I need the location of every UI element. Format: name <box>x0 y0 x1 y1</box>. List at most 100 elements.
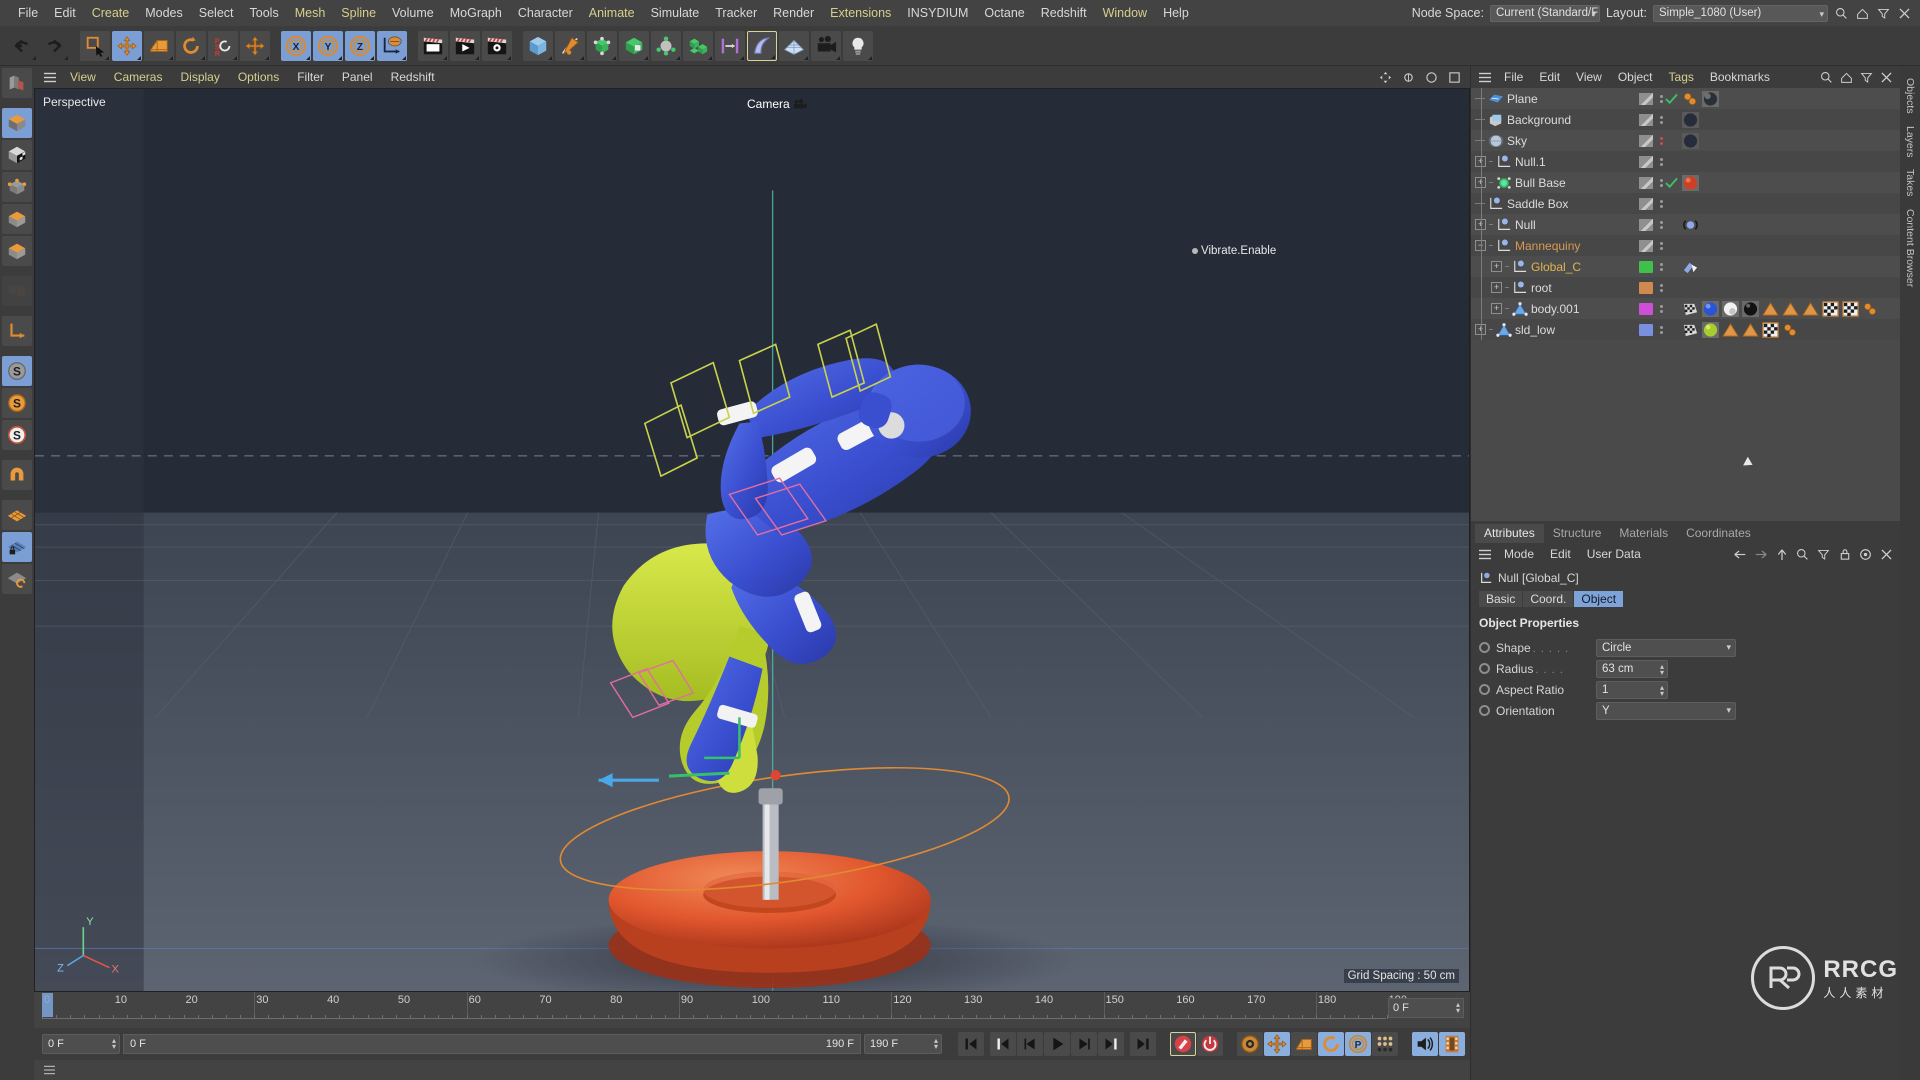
forward-arrow-icon[interactable] <box>1753 547 1768 562</box>
preview-range-bar[interactable]: 0 F 190 F <box>123 1034 861 1054</box>
visibility-dots[interactable] <box>1659 241 1663 250</box>
menu-item-view[interactable]: View <box>1568 70 1610 84</box>
attribute-tab-object[interactable]: Object <box>1574 591 1624 607</box>
vertical-tab-layers[interactable]: Layers <box>1902 120 1918 164</box>
tab-materials[interactable]: Materials <box>1610 524 1677 543</box>
tag-mat-sphere-red-icon[interactable] <box>1682 174 1699 191</box>
tag-tag-orange-dots-icon[interactable] <box>1862 301 1879 317</box>
visibility-dots[interactable] <box>1659 199 1663 208</box>
generator-button[interactable] <box>587 30 617 61</box>
lock-z-axis-button[interactable]: Z <box>345 30 375 61</box>
visibility-dot-toggle[interactable] <box>1639 155 1653 168</box>
visibility-dots[interactable] <box>1659 115 1663 124</box>
lock-workplane-button[interactable] <box>2 532 32 562</box>
tag-tag-tri-icon[interactable] <box>1722 322 1739 338</box>
menu-item-octane[interactable]: Octane <box>976 0 1032 26</box>
object-name[interactable]: Global_C <box>1531 260 1581 274</box>
filter-icon[interactable] <box>1859 70 1874 85</box>
go-to-previous-frame-button[interactable] <box>1017 1032 1043 1056</box>
menu-item-window[interactable]: Window <box>1095 0 1155 26</box>
vertical-tab-takes[interactable]: Takes <box>1902 163 1918 202</box>
menu-item-view[interactable]: View <box>61 70 105 84</box>
zoom-view-icon[interactable] <box>1401 70 1416 85</box>
object-row[interactable]: Plane <box>1471 88 1900 109</box>
live-selection-button[interactable] <box>80 30 110 61</box>
tag-tag-uv-icon[interactable] <box>1682 322 1699 338</box>
enable-axis-button[interactable] <box>2 276 32 306</box>
rotate-tool-button[interactable] <box>176 30 206 61</box>
tag-mat-sphere-blue-icon[interactable] <box>1702 300 1719 317</box>
go-to-next-key-button[interactable] <box>1098 1032 1124 1056</box>
tag-tag-checker-icon[interactable] <box>1762 321 1779 338</box>
visibility-dots[interactable] <box>1659 262 1663 271</box>
layer-color-swatch[interactable] <box>1639 302 1653 315</box>
tag-tag-tri-icon[interactable] <box>1762 301 1779 317</box>
tag-tag-tri-icon[interactable] <box>1782 301 1799 317</box>
attribute-tab-coord[interactable]: Coord. <box>1523 591 1574 607</box>
object-name[interactable]: Sky <box>1507 134 1527 148</box>
menu-item-animate[interactable]: Animate <box>581 0 643 26</box>
pan-view-icon[interactable] <box>1378 70 1393 85</box>
world-coordinates-button[interactable] <box>377 30 407 61</box>
object-manager-list[interactable]: PlaneBackgroundSky+Null.1+Bull BaseSaddl… <box>1471 88 1900 521</box>
search-icon[interactable] <box>1819 70 1834 85</box>
menu-item-panel[interactable]: Panel <box>333 70 382 84</box>
visibility-dots[interactable] <box>1659 94 1663 103</box>
keyframe-selection-button[interactable] <box>1237 1032 1263 1056</box>
visibility-dots[interactable] <box>1659 136 1663 145</box>
object-row[interactable]: Saddle Box <box>1471 193 1900 214</box>
maximize-view-icon[interactable] <box>1447 70 1462 85</box>
spinner-icon[interactable]: ▴ ▾ <box>112 1037 116 1051</box>
scale-key-button[interactable] <box>1291 1032 1317 1056</box>
tag-tag-uv-icon[interactable] <box>1682 301 1699 317</box>
menu-item-mesh[interactable]: Mesh <box>287 0 334 26</box>
object-row[interactable]: + root <box>1471 277 1900 298</box>
object-row[interactable]: Background <box>1471 109 1900 130</box>
property-select-shape[interactable]: Circle ▾ <box>1596 638 1736 657</box>
go-to-previous-key-button[interactable] <box>990 1032 1016 1056</box>
home-layout-icon[interactable] <box>1855 6 1870 21</box>
spinner-icon[interactable]: ▴ ▾ <box>1660 683 1664 697</box>
visibility-dots[interactable] <box>1659 157 1663 166</box>
tag-tag-constraint-icon[interactable] <box>1682 259 1699 275</box>
tag-mat-sphere-black-icon[interactable] <box>1742 300 1759 317</box>
search-icon[interactable] <box>1834 6 1849 21</box>
menu-item-help[interactable]: Help <box>1155 0 1197 26</box>
tag-mat-orange-dots-icon[interactable] <box>1682 91 1699 107</box>
filter-icon[interactable] <box>1816 547 1831 562</box>
field-button[interactable] <box>747 30 777 61</box>
rotate-view-icon[interactable] <box>1424 70 1439 85</box>
attribute-tab-basic[interactable]: Basic <box>1479 591 1523 607</box>
object-name[interactable]: Null <box>1515 218 1536 232</box>
visibility-dots[interactable] <box>1659 325 1663 334</box>
deformer-button[interactable] <box>651 30 681 61</box>
timeline-frame-field[interactable]: 0 F ▴ ▾ <box>1388 998 1464 1018</box>
visibility-dot-toggle[interactable] <box>1639 176 1653 189</box>
menu-item-file[interactable]: File <box>10 0 46 26</box>
menu-item-edit[interactable]: Edit <box>46 0 84 26</box>
rotation-key-button[interactable] <box>1318 1032 1344 1056</box>
point-level-animation-button[interactable] <box>1372 1032 1398 1056</box>
redo-button[interactable] <box>39 31 69 61</box>
go-to-end-button[interactable] <box>1130 1032 1156 1056</box>
tree-expander-plus[interactable]: + <box>1491 303 1502 314</box>
object-name[interactable]: Null.1 <box>1515 155 1546 169</box>
target-icon[interactable] <box>1858 547 1873 562</box>
menu-item-create[interactable]: Create <box>84 0 138 26</box>
filmstrip-button[interactable] <box>1439 1032 1465 1056</box>
texture-mode-button[interactable] <box>2 140 32 170</box>
current-frame-field[interactable]: 0 F ▴ ▾ <box>42 1034 120 1054</box>
workplane-button[interactable] <box>2 500 32 530</box>
layer-color-swatch[interactable] <box>1639 323 1653 336</box>
light-button[interactable] <box>843 30 873 61</box>
close-icon[interactable] <box>1879 70 1894 85</box>
menu-item-cameras[interactable]: Cameras <box>105 70 172 84</box>
object-name[interactable]: body.001 <box>1531 302 1580 316</box>
object-name[interactable]: root <box>1531 281 1552 295</box>
lock-icon[interactable] <box>1837 547 1852 562</box>
property-radio-icon[interactable] <box>1479 684 1490 695</box>
visibility-dots[interactable] <box>1659 178 1663 187</box>
polygons-mode-button[interactable] <box>2 236 32 266</box>
layer-color-swatch[interactable] <box>1639 260 1653 273</box>
tag-mat-sphere-navy-icon[interactable] <box>1682 111 1699 128</box>
